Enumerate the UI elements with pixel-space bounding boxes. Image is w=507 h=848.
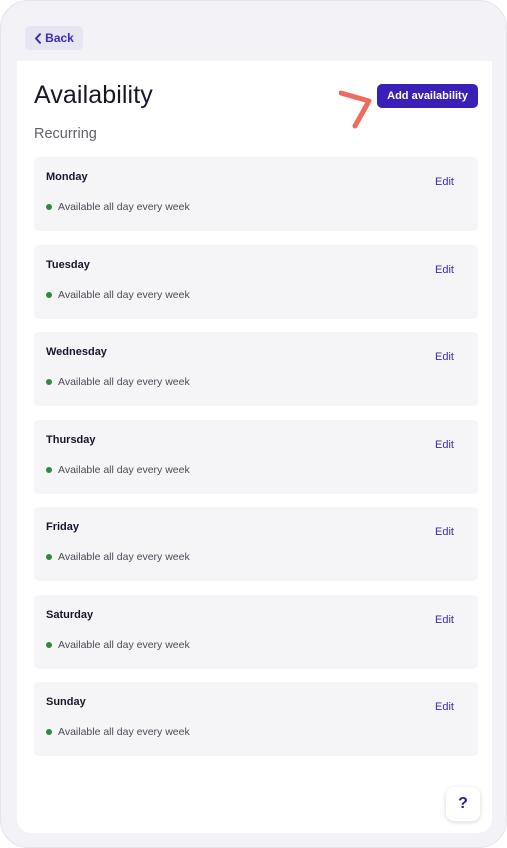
help-icon: ? (458, 795, 468, 812)
edit-sunday-button[interactable]: Edit (435, 701, 454, 713)
edit-monday-button[interactable]: Edit (435, 176, 454, 188)
availability-status: Available all day every week (46, 201, 190, 213)
day-name: Sunday (46, 696, 86, 708)
day-name: Friday (46, 521, 80, 533)
status-text: Available all day every week (58, 201, 190, 213)
day-card-tuesday: Tuesday Available all day every week Edi… (34, 244, 478, 319)
status-text: Available all day every week (58, 726, 190, 738)
day-name: Tuesday (46, 258, 90, 271)
day-card-wednesday: Wednesday Available all day every week E… (34, 332, 478, 406)
availability-status: Available all day every week (46, 376, 190, 388)
chevron-left-icon (34, 32, 42, 44)
day-card-monday: Monday Available all day every week Edit (34, 157, 478, 231)
day-name: Wednesday (46, 346, 107, 358)
day-name: Saturday (46, 608, 94, 621)
availability-status: Available all day every week (46, 464, 190, 476)
edit-friday-button[interactable]: Edit (435, 526, 454, 538)
day-card-friday: Friday Available all day every week Edit (34, 507, 478, 581)
page-title: Availability (34, 81, 153, 109)
day-card-saturday: Saturday Available all day every week Ed… (34, 594, 478, 669)
edit-thursday-button[interactable]: Edit (435, 439, 454, 451)
status-dot-icon (46, 466, 52, 473)
day-name: Monday (46, 171, 88, 183)
availability-status: Available all day every week (46, 639, 190, 651)
status-text: Available all day every week (58, 376, 190, 388)
day-card-sunday: Sunday Available all day every week Edit (34, 682, 478, 756)
status-dot-icon (46, 554, 52, 560)
app-window: Back Availability Add availability Recur… (0, 0, 507, 848)
edit-saturday-button[interactable]: Edit (435, 614, 454, 626)
status-dot-icon (46, 729, 52, 735)
status-dot-icon (46, 204, 52, 210)
help-button[interactable]: ? (446, 787, 480, 821)
edit-tuesday-button[interactable]: Edit (435, 264, 454, 276)
status-text: Available all day every week (58, 551, 190, 563)
availability-panel: Availability Add availability Recurring … (17, 61, 492, 833)
back-label: Back (45, 31, 74, 45)
recurring-day-list: Monday Available all day every week Edit… (34, 157, 478, 770)
annotation-arrow-icon (338, 89, 375, 134)
day-card-thursday: Thursday Available all day every week Ed… (34, 419, 478, 494)
add-availability-button[interactable]: Add availability (377, 84, 478, 108)
edit-wednesday-button[interactable]: Edit (435, 351, 454, 363)
status-dot-icon (46, 291, 52, 298)
status-text: Available all day every week (58, 463, 190, 476)
availability-status: Available all day every week (46, 289, 190, 301)
back-button[interactable]: Back (25, 26, 83, 50)
availability-status: Available all day every week (46, 551, 190, 563)
status-text: Available all day every week (58, 638, 190, 651)
status-text: Available all day every week (58, 288, 190, 301)
availability-status: Available all day every week (46, 726, 190, 738)
day-name: Thursday (46, 433, 96, 446)
status-dot-icon (46, 379, 52, 385)
section-title-recurring: Recurring (34, 126, 97, 142)
status-dot-icon (46, 641, 52, 648)
